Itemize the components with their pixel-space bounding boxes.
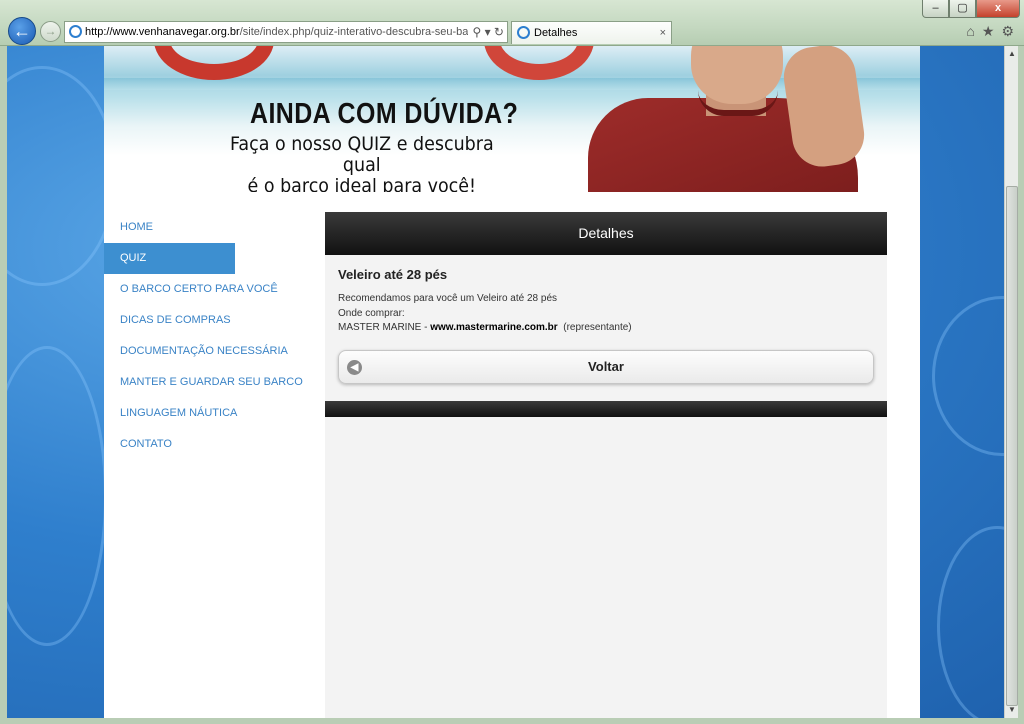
close-window-button[interactable]: x — [976, 0, 1020, 18]
sidebar-nav: HOME QUIZ O BARCO CERTO PARA VOCÊ DICAS … — [104, 212, 324, 460]
nav-item-home[interactable]: HOME — [104, 212, 324, 243]
thinking-man-image — [588, 46, 878, 192]
maximize-button[interactable]: ▢ — [949, 0, 976, 18]
panel-body: Veleiro até 28 pés Recomendamos para voc… — [325, 255, 887, 384]
minimize-button[interactable]: – — [922, 0, 949, 18]
quiz-banner: AINDA COM DÚVIDA? Faça o nosso QUIZ e de… — [104, 46, 920, 192]
dealer-info: MASTER MARINE - www.mastermarine.com.br … — [338, 321, 874, 336]
dealer-name: MASTER MARINE - — [338, 322, 431, 333]
address-bar-controls[interactable]: ⚲ ▾ ↻ — [468, 22, 504, 42]
background-window-tabs — [70, 2, 700, 16]
browser-chrome: – ▢ x ← → http://www.venhanavegar.org.br… — [0, 0, 1024, 46]
background-decoration — [932, 296, 1004, 456]
scroll-up-icon[interactable]: ▲ — [1005, 46, 1019, 62]
forward-button[interactable]: → — [40, 21, 61, 42]
page-viewport: AINDA COM DÚVIDA? Faça o nosso QUIZ e de… — [7, 46, 1004, 718]
tools-gear-icon[interactable]: ⚙ — [1001, 23, 1014, 40]
voltar-label: Voltar — [588, 358, 624, 374]
background-decoration — [7, 346, 107, 646]
nav-item-barco-certo[interactable]: O BARCO CERTO PARA VOCÊ — [104, 274, 324, 305]
result-title: Veleiro até 28 pés — [338, 267, 448, 282]
panel-footer-bar — [325, 401, 887, 417]
tab-detalhes[interactable]: Detalhes × — [511, 21, 672, 44]
banner-subheading-line2: é o barco ideal para você! — [247, 175, 477, 193]
page-container: AINDA COM DÚVIDA? Faça o nosso QUIZ e de… — [104, 46, 920, 718]
nav-item-dicas-compras[interactable]: DICAS DE COMPRAS — [104, 305, 324, 336]
nav-item-documentacao[interactable]: DOCUMENTAÇÃO NECESSÁRIA — [104, 336, 324, 367]
favorites-star-icon[interactable]: ★ — [982, 23, 995, 40]
window-controls: – ▢ x — [922, 0, 1020, 18]
background-decoration — [7, 66, 117, 286]
dealer-website-link[interactable]: www.mastermarine.com.br — [430, 322, 557, 333]
scroll-down-icon[interactable]: ▼ — [1005, 702, 1019, 718]
banner-heading: AINDA COM DÚVIDA? — [250, 98, 519, 130]
where-to-buy-label: Onde comprar: — [338, 307, 405, 319]
arrow-left-icon: ◀ — [347, 359, 362, 375]
home-icon[interactable]: ⌂ — [966, 23, 974, 40]
banner-subheading: Faça o nosso QUIZ e descubra qual é o ba… — [210, 133, 514, 193]
nav-item-linguagem-nautica[interactable]: LINGUAGEM NÁUTICA — [104, 398, 324, 429]
url-path: /site/index.php/quiz-interativo-descubra… — [239, 26, 500, 38]
window-frame-right — [1018, 46, 1024, 724]
scrollbar-thumb[interactable] — [1006, 186, 1018, 706]
background-decoration — [937, 526, 1004, 718]
back-button[interactable]: ← — [8, 17, 36, 45]
nav-item-quiz[interactable]: QUIZ — [104, 243, 235, 274]
nav-item-contato[interactable]: CONTATO — [104, 429, 324, 460]
address-bar[interactable]: http://www.venhanavegar.org.br/site/inde… — [64, 21, 508, 43]
banner-subheading-line1: Faça o nosso QUIZ e descubra qual — [229, 133, 494, 176]
back-voltar-button[interactable]: ◀ Voltar — [338, 349, 874, 384]
tab-close-icon[interactable]: × — [660, 22, 666, 44]
ie-tab-icon — [517, 26, 530, 39]
browser-toolbar-icons: ⌂ ★ ⚙ — [966, 23, 1014, 40]
url-host: http://www.venhanavegar.org.br — [85, 26, 240, 38]
lifebuoy-image — [154, 46, 274, 80]
ie-page-icon — [69, 25, 82, 38]
panel-header: Detalhes — [325, 212, 887, 255]
details-panel: Detalhes Veleiro até 28 pés Recomendamos… — [325, 212, 887, 718]
tab-title: Detalhes — [534, 27, 578, 39]
vertical-scrollbar[interactable]: ▲ ▼ — [1004, 46, 1018, 718]
recommendation-text: Recomendamos para você um Veleiro até 28… — [338, 293, 558, 304]
lifebuoy-image — [484, 46, 594, 80]
window-frame-bottom — [0, 718, 1024, 724]
nav-item-manter-guardar[interactable]: MANTER E GUARDAR SEU BARCO — [104, 367, 324, 398]
dealer-role: (representante) — [563, 322, 632, 333]
